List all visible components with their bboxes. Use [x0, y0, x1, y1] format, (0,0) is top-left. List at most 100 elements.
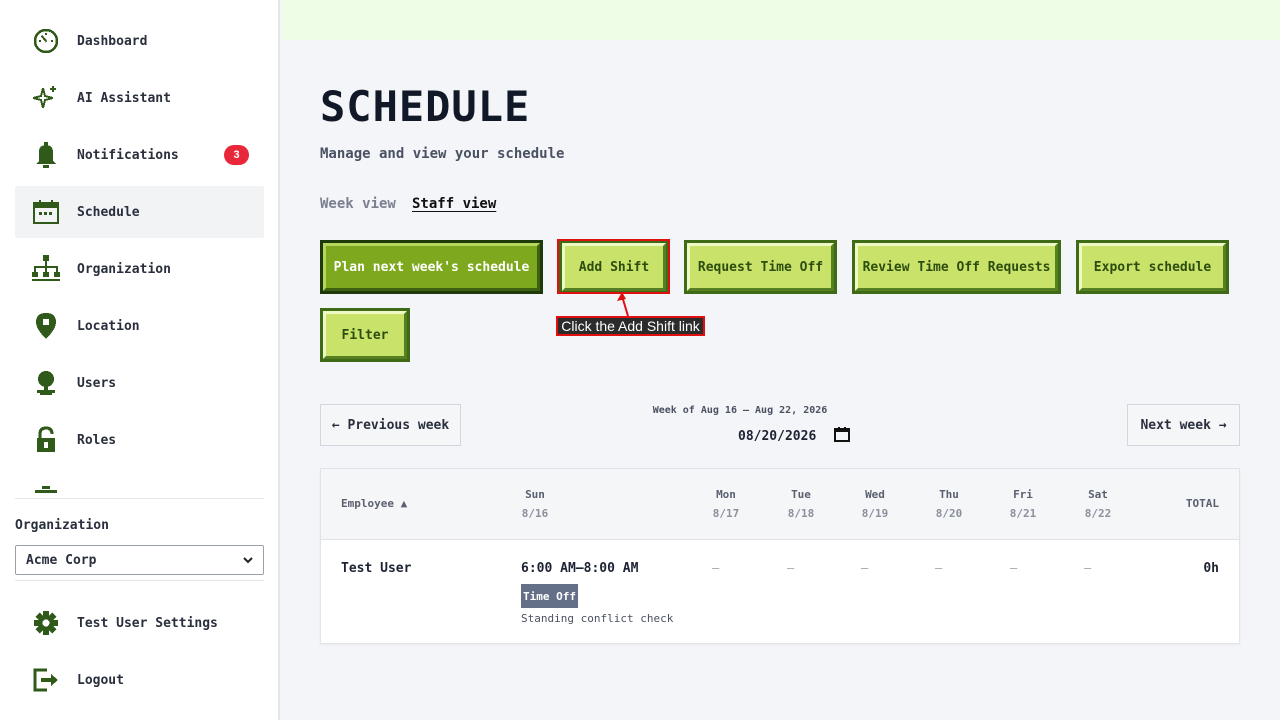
- employee-name[interactable]: Test User: [341, 561, 411, 576]
- top-banner: [282, 0, 1280, 40]
- day-column-fri: Fri 8/21: [1004, 485, 1042, 523]
- day-date: 8/18: [787, 507, 815, 520]
- organization-select[interactable]: Acme Corp: [15, 545, 264, 575]
- day-date: 8/16: [521, 507, 549, 520]
- sidebar: Dashboard AI Assistant Notifications 3 S…: [0, 0, 280, 720]
- day-name: Tue: [791, 488, 811, 501]
- sidebar-item-dashboard[interactable]: Dashboard: [15, 15, 264, 67]
- notification-count-badge: 3: [224, 145, 249, 165]
- day-column-thu: Thu 8/20: [930, 485, 968, 523]
- empty-cell-tue: –: [787, 561, 795, 575]
- plan-next-week-label: Plan next week's schedule: [323, 243, 540, 291]
- dashboard-gauge-icon: [30, 25, 62, 57]
- sidebar-divider: [15, 498, 264, 499]
- day-column-sun: Sun 8/16: [516, 485, 554, 523]
- day-column-tue: Tue 8/18: [782, 485, 820, 523]
- review-time-off-label: Review Time Off Requests: [855, 243, 1058, 291]
- sidebar-item-roles[interactable]: Roles: [15, 414, 264, 466]
- row-total: 0h: [1203, 561, 1219, 576]
- add-shift-label: Add Shift: [562, 243, 666, 291]
- organization-select-value: Acme Corp: [26, 552, 97, 568]
- employee-column-header[interactable]: Employee ▲: [341, 494, 407, 513]
- chevron-down-icon: [243, 553, 253, 568]
- sidebar-item-settings[interactable]: Test User Settings: [15, 597, 264, 649]
- empty-cell-mon: –: [712, 561, 720, 575]
- tab-staff-view[interactable]: Staff view: [412, 196, 496, 212]
- empty-cell-wed: –: [861, 561, 869, 575]
- page-title: SCHEDULE: [320, 84, 580, 128]
- empty-cell-thu: –: [935, 561, 943, 575]
- previous-week-button[interactable]: ← Previous week: [320, 404, 461, 446]
- map-pin-icon: [30, 310, 62, 342]
- plan-next-week-button[interactable]: Plan next week's schedule: [320, 240, 543, 294]
- lock-icon: [30, 424, 62, 456]
- organization-label: Organization: [15, 518, 109, 533]
- shift-time[interactable]: 6:00 AM–8:00 AM: [521, 561, 638, 576]
- shift-note: Standing conflict check: [521, 612, 674, 625]
- sidebar-item-label: Location: [77, 318, 140, 334]
- pointer-arrow-icon: [617, 292, 629, 317]
- sidebar-item-more[interactable]: [15, 471, 264, 493]
- sidebar-item-label: Dashboard: [77, 33, 148, 49]
- org-chart-icon: [30, 253, 62, 285]
- day-name: Fri: [1013, 488, 1033, 501]
- sidebar-item-location[interactable]: Location: [15, 300, 264, 352]
- instruction-tooltip: Click the Add Shift link: [556, 316, 705, 336]
- day-date: 8/22: [1084, 507, 1112, 520]
- day-name: Sun: [525, 488, 545, 501]
- sidebar-item-label: Roles: [77, 432, 117, 448]
- calendar-icon: [30, 196, 62, 228]
- gear-icon: [30, 607, 62, 639]
- filter-button[interactable]: Filter: [320, 308, 410, 362]
- page-subtitle: Manage and view your schedule: [320, 146, 565, 162]
- sidebar-item-label: Schedule: [77, 204, 140, 220]
- sidebar-item-label: Test User Settings: [77, 615, 218, 631]
- logout-icon: [30, 664, 62, 696]
- sidebar-item-label: Users: [77, 375, 117, 391]
- sidebar-item-ai-assistant[interactable]: AI Assistant: [15, 72, 264, 124]
- sidebar-item-logout[interactable]: Logout: [15, 654, 264, 706]
- day-date: 8/21: [1009, 507, 1037, 520]
- sidebar-item-label: Notifications: [77, 147, 179, 163]
- week-date-input[interactable]: 08/20/2026: [738, 426, 850, 446]
- review-time-off-button[interactable]: Review Time Off Requests: [852, 240, 1061, 294]
- sidebar-item-users[interactable]: Users: [15, 357, 264, 409]
- sidebar-item-organization[interactable]: Organization: [15, 243, 264, 295]
- tab-week-view[interactable]: Week view: [320, 196, 396, 212]
- day-name: Thu: [939, 488, 959, 501]
- request-time-off-button[interactable]: Request Time Off: [684, 240, 837, 294]
- sidebar-item-notifications[interactable]: Notifications 3: [15, 129, 264, 181]
- sidebar-item-label: Organization: [77, 261, 171, 277]
- schedule-table: Employee ▲ Sun 8/16 Mon 8/17 Tue 8/18 We…: [320, 468, 1240, 644]
- table-header: Employee ▲ Sun 8/16 Mon 8/17 Tue 8/18 We…: [321, 469, 1239, 540]
- bell-icon: [30, 139, 62, 171]
- sidebar-divider: [15, 580, 264, 581]
- empty-cell-fri: –: [1010, 561, 1018, 575]
- sidebar-item-schedule[interactable]: Schedule: [15, 186, 264, 238]
- sidebar-item-label: Logout: [77, 672, 124, 688]
- export-schedule-button[interactable]: Export schedule: [1076, 240, 1229, 294]
- week-range-label: Week of Aug 16 – Aug 22, 2026: [652, 405, 828, 416]
- svg-text:SCHEDULE: SCHEDULE: [320, 84, 530, 128]
- day-date: 8/20: [935, 507, 963, 520]
- briefcase-icon: [30, 481, 62, 493]
- sparkle-icon: [30, 82, 62, 114]
- day-column-sat: Sat 8/22: [1079, 485, 1117, 523]
- day-column-wed: Wed 8/19: [856, 485, 894, 523]
- day-name: Mon: [716, 488, 736, 501]
- sidebar-item-label: AI Assistant: [77, 90, 171, 106]
- date-input-value: 08/20/2026: [738, 428, 817, 444]
- day-column-mon: Mon 8/17: [707, 485, 745, 523]
- day-name: Sat: [1088, 488, 1108, 501]
- empty-cell-sat: –: [1084, 561, 1092, 575]
- export-schedule-label: Export schedule: [1079, 243, 1226, 291]
- add-shift-button[interactable]: Add Shift: [559, 240, 669, 294]
- calendar-picker-icon[interactable]: [834, 426, 850, 446]
- filter-label: Filter: [323, 311, 407, 359]
- day-date: 8/17: [712, 507, 740, 520]
- request-time-off-label: Request Time Off: [687, 243, 834, 291]
- next-week-button[interactable]: Next week →: [1127, 404, 1240, 446]
- user-icon: [30, 367, 62, 399]
- day-name: Wed: [865, 488, 885, 501]
- time-off-badge: Time Off: [521, 584, 578, 608]
